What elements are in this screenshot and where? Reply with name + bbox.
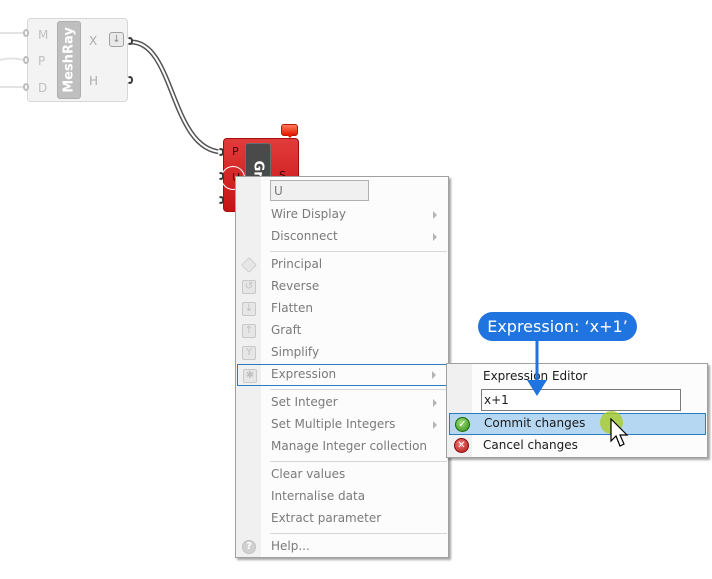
grid-grip-p[interactable]: [218, 148, 224, 156]
cancel-changes-item[interactable]: ✕ Cancel changes: [449, 435, 706, 457]
wire-x-to-p: [130, 39, 223, 155]
menu-item-set-multiple-integers[interactable]: Set Multiple Integers: [237, 414, 447, 436]
chevron-right-icon: [433, 399, 437, 407]
meshray-grip-m[interactable]: [23, 29, 29, 37]
menu-item-graft[interactable]: ↑ Graft: [237, 320, 447, 342]
mouse-pointer-icon: [610, 418, 629, 447]
help-icon: ?: [242, 540, 256, 554]
menu-item-internalise-data[interactable]: Internalise data: [237, 486, 447, 508]
chevron-right-icon: [433, 421, 437, 429]
grid-grip-u[interactable]: [218, 172, 224, 180]
menu-item-flatten[interactable]: ↓ Flatten: [237, 298, 447, 320]
menu-item-extract-parameter[interactable]: Extract parameter: [237, 508, 447, 530]
meshray-output-h[interactable]: H: [89, 74, 98, 88]
menu-item-principal[interactable]: Principal: [237, 254, 447, 276]
reverse-icon: ↺: [242, 280, 256, 294]
expression-submenu: Expression Editor ✓ Commit changes ✕ Can…: [446, 363, 708, 458]
cancel-icon: ✕: [454, 438, 469, 453]
principal-icon: [241, 257, 257, 273]
grid-input-p[interactable]: P: [232, 145, 239, 158]
menu-item-wire-display[interactable]: Wire Display: [237, 204, 447, 226]
expression-input[interactable]: [481, 389, 681, 411]
meshray-component[interactable]: M P D MeshRay X H ↓: [27, 18, 128, 102]
meshray-nickname: MeshRay: [57, 21, 81, 99]
chevron-right-icon: [432, 371, 436, 379]
menu-item-manage-integer-collection[interactable]: Manage Integer collection: [237, 436, 447, 458]
meshray-grip-x[interactable]: [127, 37, 133, 45]
meshray-input-p[interactable]: P: [38, 54, 45, 68]
meshray-input-m[interactable]: M: [38, 28, 48, 42]
menu-item-simplify[interactable]: Y Simplify: [237, 342, 447, 364]
menu-item-set-integer[interactable]: Set Integer: [237, 392, 447, 414]
flatten-icon: ↓: [242, 302, 256, 316]
grid-grip-3[interactable]: [218, 196, 224, 204]
menu-item-expression[interactable]: ✱ Expression: [237, 364, 447, 386]
arrow-down-icon[interactable]: ↓: [109, 32, 124, 47]
callout-arrow-icon: [527, 340, 547, 396]
message-balloon-icon[interactable]: [281, 124, 298, 138]
menu-item-disconnect[interactable]: Disconnect: [237, 226, 447, 248]
simplify-icon: Y: [242, 346, 256, 360]
wire-meshray-p: [0, 57, 25, 61]
check-icon: ✓: [455, 417, 470, 432]
chevron-right-icon: [433, 211, 437, 219]
menu-separator: [270, 251, 447, 252]
meshray-grip-d[interactable]: [23, 83, 29, 91]
menu-separator: [270, 389, 447, 390]
menu-separator: [270, 461, 447, 462]
context-menu: Wire Display Disconnect Principal ↺ Reve…: [235, 176, 449, 558]
menu-separator: [270, 533, 447, 534]
commit-changes-item[interactable]: ✓ Commit changes: [449, 413, 706, 435]
param-name-input[interactable]: [270, 180, 369, 201]
meshray-grip-h[interactable]: [127, 76, 133, 84]
menu-item-help[interactable]: ? Help...: [237, 536, 447, 558]
menu-item-clear-values[interactable]: Clear values: [237, 464, 447, 486]
annotation-callout: Expression: ‘x+1’: [478, 312, 637, 341]
expression-icon: ✱: [243, 369, 257, 383]
menu-item-reverse[interactable]: ↺ Reverse: [237, 276, 447, 298]
meshray-input-d[interactable]: D: [38, 81, 47, 95]
expression-editor-label[interactable]: Expression Editor: [449, 366, 706, 388]
graft-icon: ↑: [242, 324, 256, 338]
chevron-right-icon: [433, 233, 437, 241]
meshray-grip-p[interactable]: [23, 56, 29, 64]
meshray-output-x[interactable]: X: [89, 34, 97, 48]
